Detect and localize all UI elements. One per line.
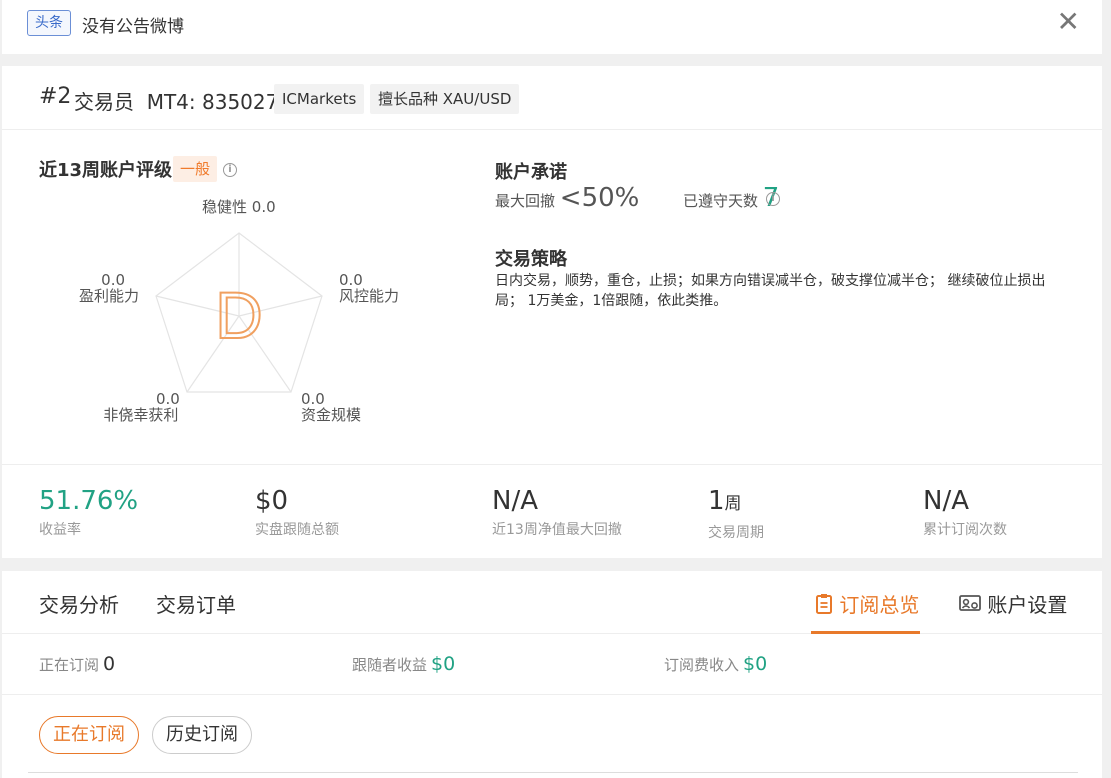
info-icon[interactable]: i <box>766 192 780 206</box>
subscription-summary: 正在订阅 0 跟随者收益 $0 订阅费收入 $0 <box>2 635 1102 695</box>
stat-return: 51.76% 收益率 <box>39 485 138 539</box>
tab-trade-analysis[interactable]: 交易分析 <box>39 589 119 618</box>
stat-value: $0 <box>255 486 289 516</box>
clipboard-icon <box>816 594 832 614</box>
follower-profit: 跟随者收益 $0 <box>352 653 456 675</box>
filter-history-subscriptions[interactable]: 历史订阅 <box>152 716 252 754</box>
radar-label-stability: 稳健性 0.0 <box>202 198 276 216</box>
stat-trading-period: 1周 交易周期 <box>708 485 764 542</box>
active-subscriptions: 正在订阅 0 <box>39 653 116 675</box>
tab-trade-orders[interactable]: 交易订单 <box>156 589 236 618</box>
broker-chip: ICMarkets <box>274 84 365 114</box>
strategy-title: 交易策略 <box>495 249 567 270</box>
notice-text: 没有公告微博 <box>82 17 184 37</box>
tab-account-settings[interactable]: 账户设置 <box>959 589 1067 618</box>
stat-label: 交易周期 <box>708 525 764 541</box>
stat-follow-total: $0 实盘跟随总额 <box>255 485 339 539</box>
stat-label: 实盘跟随总额 <box>255 522 339 538</box>
close-icon[interactable]: ✕ <box>1057 8 1080 36</box>
trader-header: #2 交易员 MT4: 835027 ICMarkets 擅长品种 XAU/US… <box>2 66 1102 130</box>
trader-mt4-account: 交易员 MT4: 835027 <box>74 90 279 114</box>
promise-row: 最大回撤 <50% 已遵守天数 7 <box>495 183 779 213</box>
filter-current-subscriptions[interactable]: 正在订阅 <box>39 716 139 754</box>
drawdown-label: 最大回撤 <box>495 192 556 210</box>
strategy-text: 日内交易，顺势，重仓，止损；如果方向错误减半仓，破支撑位减半仓； 继续破位止损出… <box>495 273 1046 309</box>
divider <box>28 772 1078 773</box>
radar-label-luck: 0.0 非侥幸获利 <box>103 390 180 424</box>
headline-tag: 头条 <box>27 10 71 36</box>
tab-bar: 交易分析 交易订单 订阅总览 账户设置 <box>2 571 1102 634</box>
stat-value: N/A <box>492 486 538 516</box>
promise-title: 账户承诺 <box>495 162 567 183</box>
stat-max-drawdown: N/A 近13周净值最大回撤 <box>492 485 622 539</box>
subscription-fee-income: 订阅费收入 $0 <box>664 653 768 675</box>
rating-grade: D <box>215 278 263 352</box>
stat-value: 51.76% <box>39 486 139 516</box>
info-icon[interactable]: i <box>223 163 237 177</box>
trader-panel: #2 交易员 MT4: 835027 ICMarkets 擅长品种 XAU/US… <box>2 66 1102 558</box>
stat-subscription-count: N/A 累计订阅次数 <box>923 485 1007 539</box>
trader-rank: #2 <box>39 84 72 109</box>
stat-value: N/A <box>923 486 969 516</box>
tabs-panel: 交易分析 交易订单 订阅总览 账户设置 正在订阅 0 跟随者收益 $0 订阅费收… <box>2 571 1102 778</box>
days-label: 已遵守天数 <box>682 192 758 210</box>
radar-label-profit: 0.0 盈利能力 <box>79 271 140 305</box>
tab-label: 订阅总览 <box>839 593 920 617</box>
active-tab-indicator <box>811 631 920 634</box>
rating-title: 近13周账户评级 <box>39 160 173 181</box>
symbol-chip: 擅长品种 XAU/USD <box>370 84 520 114</box>
radar-label-scale: 0.0 资金规模 <box>301 390 362 424</box>
notice-bar: 头条 没有公告微博 ✕ <box>2 0 1102 54</box>
account-settings-icon <box>959 595 981 611</box>
drawdown-value: <50% <box>559 183 640 213</box>
stat-label: 累计订阅次数 <box>923 522 1007 538</box>
stat-value: 1周 <box>708 486 742 516</box>
tab-label: 账户设置 <box>987 593 1068 617</box>
radar-label-risk: 0.0 风控能力 <box>339 271 400 305</box>
rating-badge: 一般 <box>173 156 218 182</box>
stat-label: 近13周净值最大回撤 <box>492 522 622 538</box>
tab-subscription-overview[interactable]: 订阅总览 <box>815 589 919 618</box>
stat-label: 收益率 <box>39 522 81 538</box>
stats-row: 51.76% 收益率 $0 实盘跟随总额 N/A 近13周净值最大回撤 1周 交… <box>2 464 1102 558</box>
